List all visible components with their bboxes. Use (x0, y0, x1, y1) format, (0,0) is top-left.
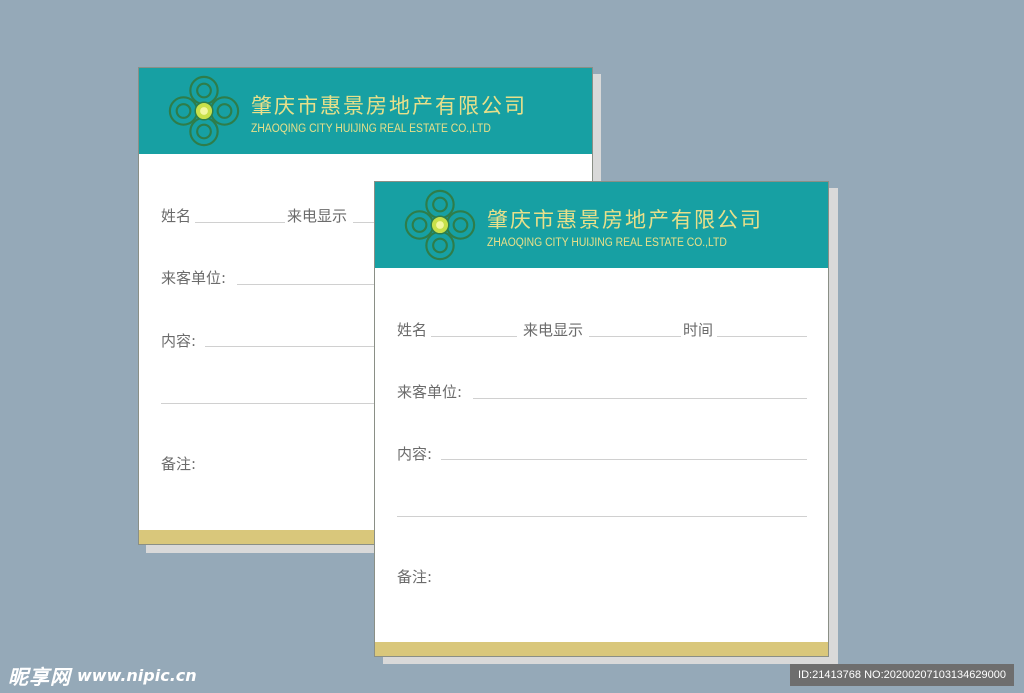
time-line (717, 336, 807, 337)
content-label: 内容: (161, 332, 197, 350)
time-label: 时间 (683, 321, 714, 339)
company-name-en: ZHAOQING CITY HUIJING REAL ESTATE CO.,LT… (251, 123, 491, 135)
watermark-url: www.nipic.cn (77, 665, 197, 685)
content-label: 内容: (397, 445, 433, 463)
visitor-unit-line (473, 398, 807, 399)
front-card-header: 肇庆市惠景房地产有限公司 ZHAOQING CITY HUIJING REAL … (375, 182, 828, 268)
company-logo-icon (168, 75, 240, 147)
front-card: 肇庆市惠景房地产有限公司 ZHAOQING CITY HUIJING REAL … (374, 181, 829, 657)
content-line-2 (161, 403, 377, 404)
watermark-brand-block: 昵享网 www.nipic.cn (8, 662, 197, 689)
content-line (441, 459, 807, 460)
company-name-en: ZHAOQING CITY HUIJING REAL ESTATE CO.,LT… (487, 237, 727, 249)
name-line (431, 336, 517, 337)
caller-id-line (589, 336, 681, 337)
company-name-cn: 肇庆市惠景房地产有限公司 (251, 94, 527, 118)
watermark-id: ID:21413768 NO:20200207103134629000 (790, 664, 1014, 686)
name-label: 姓名 (161, 207, 192, 225)
content-line (205, 346, 377, 347)
company-logo-icon (404, 189, 476, 261)
back-card-header: 肇庆市惠景房地产有限公司 ZHAOQING CITY HUIJING REAL … (139, 68, 592, 154)
visitor-unit-line (237, 284, 377, 285)
caller-id-label: 来电显示 (523, 321, 584, 339)
watermark-brand: 昵享网 (8, 664, 71, 689)
name-line (195, 222, 285, 223)
remarks-label: 备注: (397, 568, 433, 586)
caller-id-label: 来电显示 (287, 207, 348, 225)
name-label: 姓名 (397, 321, 428, 339)
company-name-cn: 肇庆市惠景房地产有限公司 (487, 208, 763, 232)
visitor-unit-label: 来客单位: (397, 383, 463, 401)
remarks-label: 备注: (161, 455, 197, 473)
front-card-footer (375, 642, 828, 656)
content-line-2 (397, 516, 807, 517)
visitor-unit-label: 来客单位: (161, 269, 227, 287)
